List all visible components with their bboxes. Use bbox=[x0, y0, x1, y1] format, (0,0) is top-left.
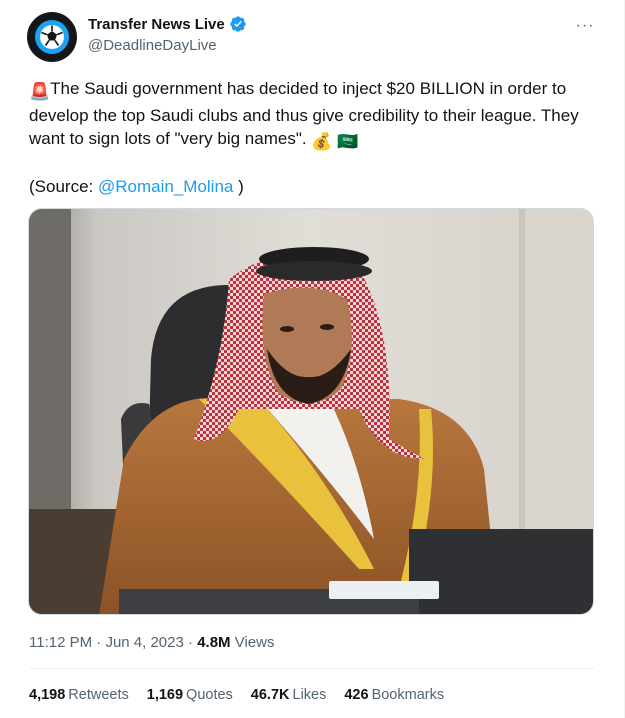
author-display-name[interactable]: Transfer News Live bbox=[88, 16, 225, 33]
engagement-stats: 4,198 Retweets 1,169 Quotes 46.7K Likes 426… bbox=[29, 687, 444, 703]
verified-badge-icon bbox=[230, 16, 246, 32]
source-mention-link[interactable]: @Romain_Molina bbox=[98, 177, 233, 196]
author-handle[interactable]: @DeadlineDayLive bbox=[88, 37, 217, 54]
retweets-stat[interactable]: 4,198 Retweets bbox=[29, 687, 129, 703]
tweet-card: Transfer News Live @DeadlineDayLive ··· … bbox=[0, 0, 625, 718]
more-dots-icon: ··· bbox=[575, 17, 595, 34]
football-icon bbox=[35, 20, 69, 54]
quotes-count: 1,169 bbox=[146, 687, 184, 703]
more-options-button[interactable]: ··· bbox=[573, 14, 597, 38]
tweet-media-photo[interactable] bbox=[28, 208, 594, 615]
tweet-date[interactable]: Jun 4, 2023 bbox=[105, 634, 183, 651]
meta-separator: · bbox=[188, 634, 198, 651]
retweets-label: Retweets bbox=[68, 687, 129, 703]
likes-stat[interactable]: 46.7K Likes bbox=[251, 687, 327, 703]
alert-emoji-icon: 🚨 bbox=[29, 82, 51, 101]
likes-label: Likes bbox=[292, 687, 327, 703]
avatar[interactable] bbox=[27, 12, 77, 62]
tweet-meta: 11:12 PM · Jun 4, 2023 · 4.8M Views bbox=[29, 634, 274, 651]
tweet-time[interactable]: 11:12 PM bbox=[29, 634, 92, 651]
bookmarks-stat[interactable]: 426 Bookmarks bbox=[344, 687, 444, 703]
source-suffix: ) bbox=[233, 177, 244, 196]
views-count: 4.8M bbox=[197, 634, 231, 651]
retweets-count: 4,198 bbox=[29, 687, 66, 703]
likes-count: 46.7K bbox=[250, 687, 290, 703]
money-bag-emoji-icon: 💰 bbox=[311, 132, 333, 151]
views-label: Views bbox=[234, 634, 275, 651]
bookmarks-count: 426 bbox=[344, 687, 369, 703]
divider bbox=[29, 668, 595, 669]
tweet-source-line: (Source: @Romain_Molina ) bbox=[29, 175, 244, 198]
bookmarks-label: Bookmarks bbox=[371, 687, 445, 703]
tweet-body: The Saudi government has decided to inje… bbox=[29, 79, 579, 148]
author-name-row[interactable]: Transfer News Live bbox=[88, 15, 247, 33]
quotes-label: Quotes bbox=[186, 687, 233, 703]
saudi-flag-emoji-icon: 🇸🇦 bbox=[337, 132, 359, 151]
quotes-stat[interactable]: 1,169 Quotes bbox=[147, 687, 233, 703]
tweet-text: 🚨The Saudi government has decided to inj… bbox=[29, 77, 599, 154]
source-prefix: (Source: bbox=[29, 177, 98, 196]
